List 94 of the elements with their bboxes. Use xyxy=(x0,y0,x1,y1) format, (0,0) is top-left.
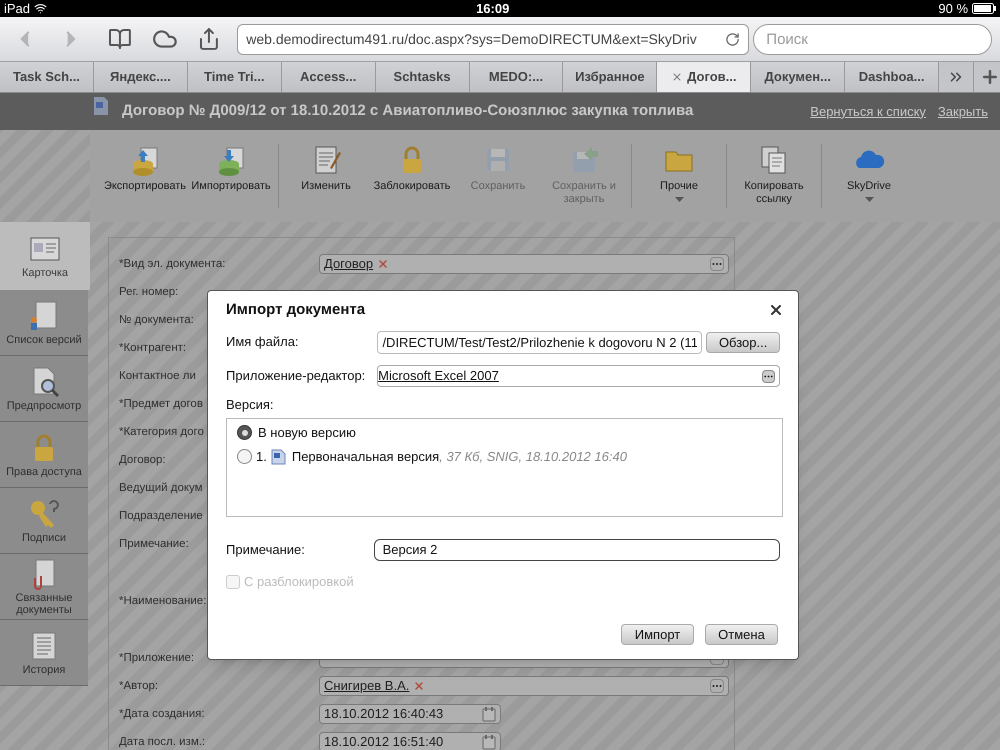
document-title: Договор № Д009/12 от 18.10.2012 с Авиатопливо-Союзплюс закупка топлива xyxy=(122,101,694,122)
search-field[interactable]: Поиск xyxy=(753,24,992,54)
field-label: Приложение-редактор: xyxy=(226,367,366,386)
toolbar-button[interactable]: Прочие xyxy=(636,144,722,202)
date-field[interactable]: 18.10.2012 16:51:40 xyxy=(319,732,501,750)
field-label: *Категория дого xyxy=(119,426,204,438)
browser-tab[interactable]: Task Sch... xyxy=(0,62,94,92)
browser-tab[interactable]: MEDO:... xyxy=(470,62,564,92)
word-document-icon xyxy=(270,448,286,464)
dialog-title: Импорт документа xyxy=(226,300,366,320)
field-label: Рег. номер: xyxy=(119,286,178,298)
more-icon[interactable] xyxy=(710,679,724,693)
word-document-icon xyxy=(92,96,110,116)
field-label: Примечание: xyxy=(226,540,306,559)
browse-button[interactable]: Обзор... xyxy=(706,332,780,352)
lookup-field[interactable]: Договор xyxy=(319,254,729,274)
dialog-button[interactable]: Отмена xyxy=(705,624,778,645)
browser-tab[interactable]: Догов... xyxy=(657,62,752,92)
browser-tab[interactable]: Access... xyxy=(282,62,376,92)
clock: 16:09 xyxy=(476,0,510,18)
caret-icon xyxy=(864,197,874,202)
toolbar-button[interactable]: Заблокировать xyxy=(369,144,455,193)
field-label: *Предмет догов xyxy=(119,398,203,410)
caret-icon xyxy=(674,197,684,202)
date-field[interactable]: 18.10.2012 16:40:43 xyxy=(319,704,501,724)
bookmarks-icon[interactable] xyxy=(108,27,132,51)
url-text: web.demodirectum491.ru/doc.aspx?sys=DemoDIRECTUM&ext=SkyDriv xyxy=(246,30,697,49)
field-label: *Наименование: xyxy=(119,595,206,607)
key-icon xyxy=(28,498,60,530)
toolbar-button[interactable]: Импортировать xyxy=(188,144,274,193)
field-label: *Контрагент: xyxy=(119,342,186,354)
version-name[interactable]: Первоначальная версия xyxy=(292,446,440,466)
field-link[interactable]: Договор xyxy=(324,254,374,274)
field-label: Примечание: xyxy=(119,538,189,550)
field-label: Подразделение xyxy=(119,510,203,522)
field-label: Дата посл. изм.: xyxy=(119,736,206,748)
field-value: 18.10.2012 16:51:40 xyxy=(324,733,444,750)
calendar-icon[interactable] xyxy=(482,706,496,722)
browser-tab[interactable]: Яндекс.... xyxy=(94,62,188,92)
toolbar-button[interactable]: Изменить xyxy=(283,144,369,193)
field-link[interactable]: Microsoft Excel 2007 xyxy=(378,366,499,386)
remove-icon[interactable] xyxy=(413,680,426,692)
header-link[interactable]: Вернуться к списку xyxy=(810,102,926,122)
more-icon[interactable] xyxy=(710,257,724,271)
battery-level: 90 % xyxy=(938,0,968,18)
field-label: Договор: xyxy=(119,454,166,466)
field-value: 18.10.2012 16:40:43 xyxy=(324,705,444,724)
file-name-field[interactable]: /DIRECTUM/Test/Test2/Prilozhenie k dogovoru N 2 (11 xyxy=(377,330,702,354)
sidebar-tab[interactable]: Связанные документы xyxy=(0,554,88,620)
field-label: № документа: xyxy=(119,314,194,326)
dialog-button[interactable]: Импорт xyxy=(621,624,694,645)
field-label: *Вид эл. документа: xyxy=(119,258,226,270)
toolbar-button[interactable]: Копировать ссылку xyxy=(731,144,817,206)
sidebar-tab[interactable]: Права доступа xyxy=(0,422,88,488)
address-field[interactable]: web.demodirectum491.ru/doc.aspx?sys=DemoDIRECTUM&ext=SkyDriv xyxy=(237,24,750,54)
version-name[interactable]: В новую версию xyxy=(258,422,356,442)
close-button[interactable] xyxy=(768,302,784,318)
lookup-field[interactable]: Снигирев В.А. xyxy=(319,676,729,696)
new-tab-icon[interactable] xyxy=(980,67,1000,87)
calendar-icon[interactable] xyxy=(482,734,496,750)
browser-tab[interactable]: Докумен... xyxy=(751,62,846,92)
header-link[interactable]: Закрыть xyxy=(938,102,988,122)
editor-field[interactable]: Microsoft Excel 2007 xyxy=(377,365,780,387)
radio-button[interactable] xyxy=(237,425,252,440)
sidebar-tab[interactable]: Подписи xyxy=(0,488,88,554)
field-link[interactable]: Снигирев В.А. xyxy=(324,676,410,696)
battery-icon xyxy=(972,3,996,14)
close-tab-icon[interactable] xyxy=(671,71,684,83)
toolbar-button[interactable]: Экспортировать xyxy=(102,144,188,193)
field-label: Версия: xyxy=(226,396,275,414)
sidebar-tab[interactable]: История xyxy=(0,620,88,686)
browser-tab[interactable]: Dashboa... xyxy=(845,62,940,92)
browser-tab[interactable]: Избранное xyxy=(563,62,658,92)
note-field[interactable]: Версия 2 xyxy=(374,538,780,560)
sidebar-tab[interactable]: Предпросмотр xyxy=(0,356,88,422)
field-label: Контактное ли xyxy=(119,370,196,382)
field-label: *Приложение: xyxy=(119,652,194,664)
browser-tab[interactable]: Schtasks xyxy=(376,62,470,92)
sidebar-tab[interactable]: Карточка xyxy=(0,222,90,290)
remove-icon[interactable] xyxy=(377,258,390,270)
field-label: Ведущий докум xyxy=(119,482,203,494)
sidebar-tab[interactable]: Список версий xyxy=(0,290,88,356)
field-label: *Автор: xyxy=(119,680,158,692)
browser-tab[interactable]: Time Tri... xyxy=(188,62,282,92)
more-icon[interactable] xyxy=(762,370,775,382)
checkbox-label: С разблокировкой xyxy=(244,572,354,591)
radio-button[interactable] xyxy=(237,449,252,464)
version-details: , 37 Кб, SNIG, 18.10.2012 16:40 xyxy=(439,448,627,466)
version-number: 1. xyxy=(256,448,267,466)
field-label: *Дата создания: xyxy=(119,708,205,720)
reload-icon[interactable] xyxy=(725,32,740,46)
device-name: iPad xyxy=(4,0,30,18)
field-label: Имя файла: xyxy=(226,333,300,352)
toolbar-button[interactable]: SkyDrive xyxy=(826,144,912,202)
